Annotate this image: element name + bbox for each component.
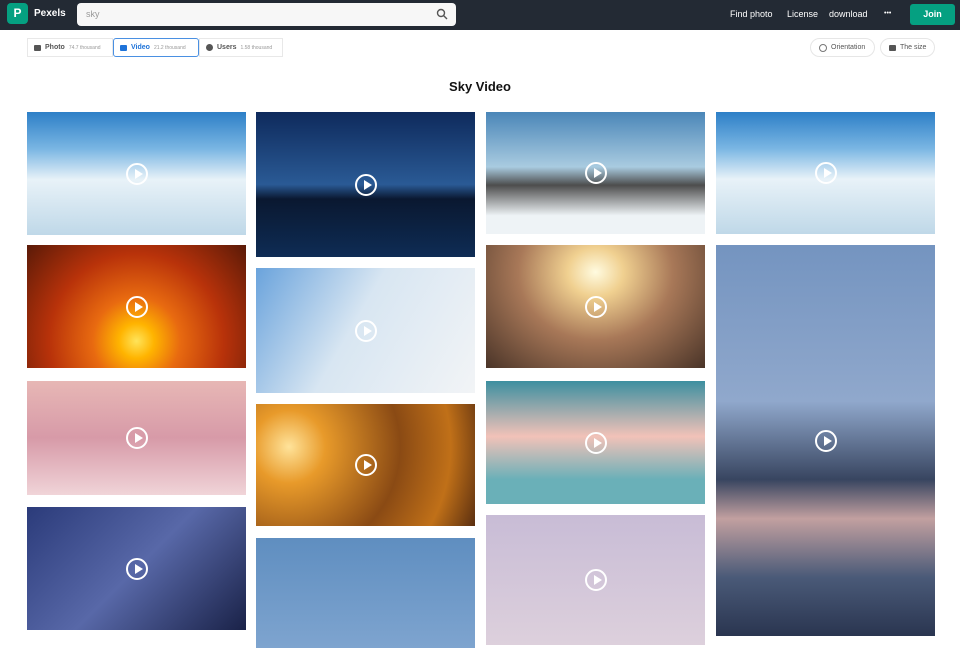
- nav-download[interactable]: download: [829, 9, 868, 19]
- orientation-icon: [819, 43, 827, 52]
- video-icon: [120, 44, 127, 51]
- play-icon[interactable]: [814, 162, 837, 184]
- tab-count: 1.58 thousand: [240, 44, 273, 51]
- tab-count: 74.7 thousand: [68, 44, 101, 51]
- tab-label: Photo: [45, 44, 65, 51]
- video-thumbnail-blue-white-clouds[interactable]: [256, 268, 475, 393]
- tab-photo[interactable]: Photo 74.7 thousand: [27, 38, 113, 57]
- tab-users[interactable]: Users 1.58 thousand: [199, 38, 283, 57]
- play-icon[interactable]: [125, 427, 148, 449]
- more-menu-button[interactable]: •••: [884, 10, 891, 17]
- video-thumbnail-pink-clouds[interactable]: [27, 381, 246, 495]
- video-thumbnail-teal-clouds[interactable]: [486, 381, 705, 504]
- size-label: The size: [900, 44, 927, 51]
- video-thumbnail-dark-clouds[interactable]: [716, 245, 935, 636]
- search-value: sky: [86, 9, 100, 19]
- video-thumbnail-golden-clouds[interactable]: [256, 404, 475, 526]
- video-thumbnail-clouds-above[interactable]: [27, 112, 246, 235]
- pexels-logo[interactable]: P: [7, 3, 28, 24]
- orientation-filter[interactable]: Orientation: [810, 38, 875, 57]
- page-title: Sky Video: [449, 79, 511, 94]
- video-thumbnail-mountain-peak[interactable]: [486, 112, 705, 234]
- tab-label: Video: [131, 44, 150, 51]
- video-thumbnail-lake-mountains[interactable]: [256, 112, 475, 257]
- play-icon[interactable]: [584, 162, 607, 184]
- photo-icon: [34, 44, 41, 51]
- play-icon[interactable]: [584, 295, 607, 318]
- briefcase-icon: [889, 44, 896, 51]
- video-thumbnail-sunset-sun[interactable]: [27, 245, 246, 368]
- user-icon: [206, 44, 213, 51]
- play-icon[interactable]: [354, 454, 377, 476]
- tab-label: Users: [217, 44, 237, 51]
- play-icon[interactable]: [354, 173, 377, 196]
- tab-video[interactable]: Video 21.2 thousand: [113, 38, 199, 57]
- video-thumbnail-sun-haze[interactable]: [486, 245, 705, 368]
- orientation-label: Orientation: [831, 44, 866, 51]
- video-thumbnail-milky-way[interactable]: [27, 507, 246, 630]
- nav-license[interactable]: License: [787, 9, 818, 19]
- play-icon[interactable]: [125, 162, 148, 185]
- video-thumbnail-clouds-above-2[interactable]: [716, 112, 935, 234]
- brand-name[interactable]: Pexels: [34, 8, 66, 19]
- play-icon[interactable]: [125, 295, 148, 318]
- play-icon[interactable]: [125, 557, 148, 580]
- video-thumbnail-lavender-sky[interactable]: [486, 515, 705, 645]
- play-icon[interactable]: [814, 429, 837, 452]
- play-icon[interactable]: [584, 431, 607, 454]
- search-icon[interactable]: [436, 8, 448, 20]
- top-nav: P Pexels sky Find photo License download…: [0, 0, 960, 30]
- join-button[interactable]: Join: [910, 4, 955, 25]
- play-icon[interactable]: [584, 569, 607, 591]
- nav-find-photo[interactable]: Find photo: [730, 9, 773, 19]
- search-input[interactable]: sky: [77, 3, 456, 26]
- size-filter[interactable]: The size: [880, 38, 935, 57]
- video-thumbnail-flower-branch[interactable]: [256, 538, 475, 648]
- tab-count: 21.2 thousand: [153, 44, 186, 51]
- play-icon[interactable]: [354, 319, 377, 342]
